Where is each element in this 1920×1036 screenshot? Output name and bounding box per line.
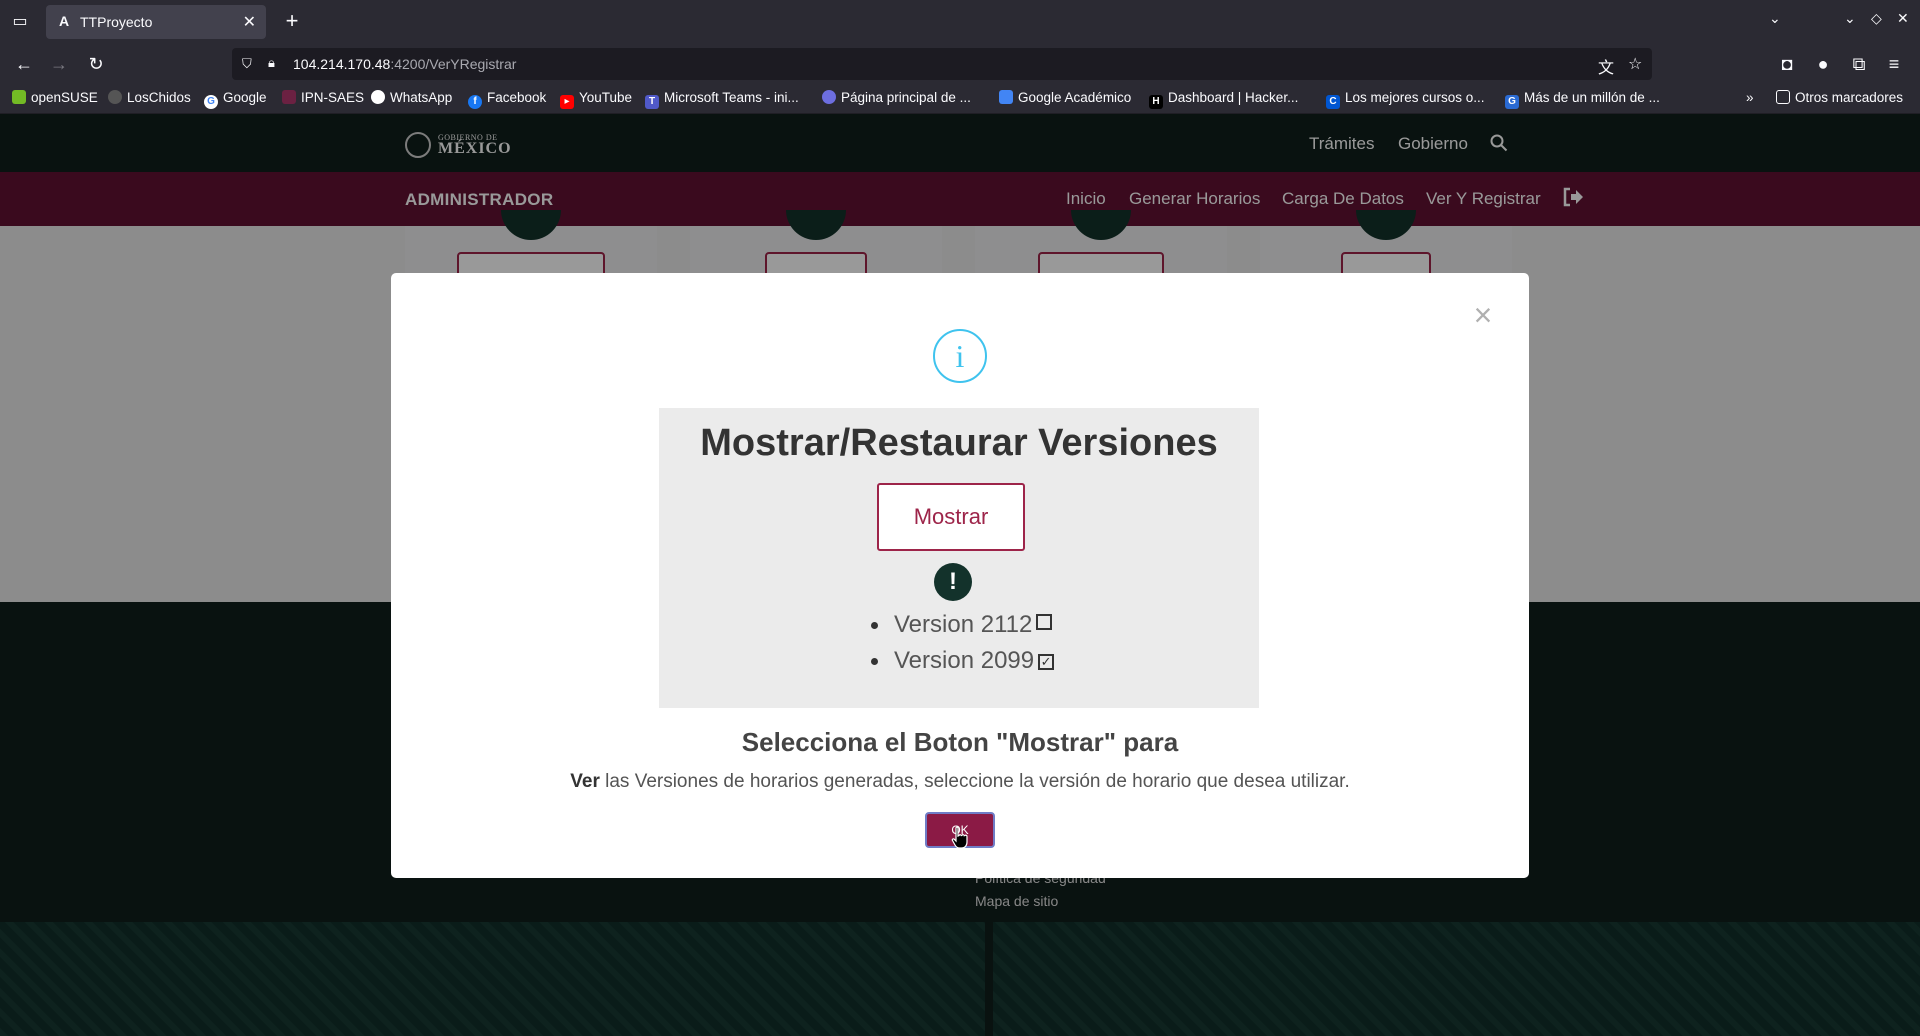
info-icon: i [933,329,987,383]
whatsapp-icon [371,90,385,104]
lock-icon[interactable]: 🔒︎ [268,55,275,71]
version-label: Version 2112 [894,611,1033,638]
scholar-icon [999,90,1013,104]
hackerrank-icon: H [1149,95,1163,109]
site-icon: G [1505,95,1519,109]
info-modal: × i Mostrar/Restaurar Versiones Mostrar … [391,273,1529,878]
page-icon [822,90,836,104]
modal-text-rest: las Versiones de horarios generadas, sel… [599,771,1350,792]
extensions-icon[interactable]: ⧉ [1847,52,1871,76]
checked-box-icon: ✓ [1038,654,1055,670]
unchecked-box-icon [1036,614,1053,630]
bookmark-cursos[interactable]: C Los mejores cursos o... [1326,90,1485,109]
bullet-icon [871,658,878,666]
version-label: Version 2099 [894,647,1035,674]
url-text[interactable]: 104.214.170.48:4200/VerYRegistrar [293,56,516,72]
bookmark-opensuse[interactable]: openSUSE [12,90,98,105]
bullet-icon [871,622,878,630]
bookmark-whatsapp[interactable]: WhatsApp [371,90,452,105]
bookmark-facebook[interactable]: f Facebook [468,90,546,109]
ok-button[interactable]: OK [925,812,995,849]
version-item: Version 2112 [871,611,1053,639]
github-icon [108,90,122,104]
browser-tabbar: ▭ A TTProyecto ✕ + ⌄ ⌄ ◇ ✕ [0,0,1920,44]
bookmark-google-academico[interactable]: Google Académico [999,90,1131,105]
facebook-icon: f [468,95,482,109]
bookmark-google[interactable]: G Google [204,90,267,109]
google-icon: G [204,95,218,109]
coursera-icon: C [1326,95,1340,109]
version-item: Version 2099 ✓ [871,647,1055,675]
bookmark-star-icon[interactable]: ☆ [1628,54,1642,74]
tab-list-icon[interactable]: ▭ [8,10,32,34]
forward-icon[interactable]: → [47,52,71,76]
restore-icon[interactable]: ◇ [1871,10,1882,27]
bookmark-hackerrank[interactable]: H Dashboard | Hacker... [1149,90,1298,109]
translate-icon[interactable]: 文 [1598,54,1614,78]
window-close-icon[interactable]: ✕ [1897,10,1909,27]
help-image: Mostrar/Restaurar Versiones Mostrar ! Ve… [659,408,1259,708]
preview-title: Mostrar/Restaurar Versiones [700,422,1218,464]
bookmark-youtube[interactable]: ▸ YouTube [560,90,632,109]
tab-close-icon[interactable]: ✕ [243,12,256,32]
pocket-icon[interactable]: ◘ [1775,52,1799,76]
shield-icon[interactable]: ⛉ [242,56,256,72]
browser-navbar: ← → ↻ ⛉ 🔒︎ 104.214.170.48:4200/VerYRegis… [0,44,1920,84]
account-icon[interactable]: ● [1811,52,1835,76]
bookmark-microsoft-teams[interactable]: T Microsoft Teams - ini... [645,90,799,109]
hand-cursor-icon [951,826,968,849]
close-icon[interactable]: × [1467,299,1499,331]
menu-icon[interactable]: ≡ [1882,52,1906,76]
youtube-icon: ▸ [560,95,574,109]
back-icon[interactable]: ← [12,52,36,76]
address-bar[interactable]: ⛉ 🔒︎ 104.214.170.48:4200/VerYRegistrar 文… [232,48,1652,80]
exclamation-icon: ! [934,563,972,601]
bookmarks-overflow-icon[interactable]: » [1746,90,1754,105]
tab-ttproyecto[interactable]: A TTProyecto ✕ [46,5,266,39]
opensuse-icon [12,90,26,104]
tab-title: TTProyecto [80,14,153,30]
tab-overflow-icon[interactable]: ⌄ [1769,10,1781,27]
angular-favicon-icon: A [58,13,70,29]
modal-heading: Selecciona el Boton "Mostrar" para [741,727,1179,757]
minimize-icon[interactable]: ⌄ [1844,10,1856,27]
ipn-icon [282,90,296,104]
bookmark-ipn-saes[interactable]: IPN-SAES [282,90,364,105]
bookmark-loschidos[interactable]: LosChidos [108,90,191,105]
other-bookmarks[interactable]: Otros marcadores [1776,90,1903,105]
bookmarks-bar: openSUSE LosChidos G Google IPN-SAES What… [0,84,1920,114]
teams-icon: T [645,95,659,109]
modal-text: Ver las Versiones de horarios generadas,… [391,771,1529,793]
folder-icon [1776,90,1790,104]
modal-text-bold: Ver [570,771,600,792]
new-tab-button[interactable]: + [279,8,305,34]
reload-icon[interactable]: ↻ [84,52,108,76]
bookmark-mas-de-un-millon[interactable]: G Más de un millón de ... [1505,90,1660,109]
bookmark-pagina-principal[interactable]: Página principal de ... [822,90,971,105]
preview-mostrar-button: Mostrar [877,483,1025,551]
